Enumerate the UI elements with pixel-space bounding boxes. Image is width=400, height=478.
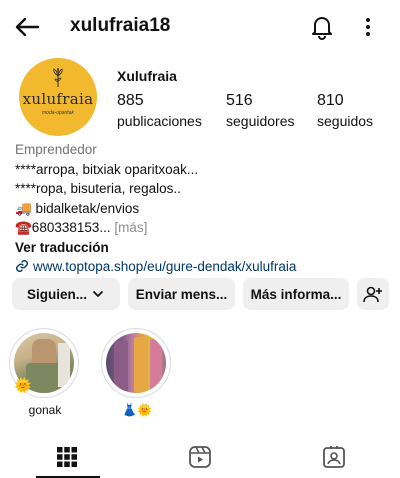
highlight-ring: [101, 328, 171, 398]
profile-category: Emprendedor: [15, 142, 97, 157]
bio-line-2: ****ropa, bisuteria, regalos..: [15, 181, 181, 196]
stat-followers-label: seguidores: [226, 113, 295, 129]
grid-icon: [56, 447, 77, 467]
bell-icon[interactable]: [308, 13, 336, 41]
flower-logo-icon: [53, 68, 63, 87]
avatar-logo-subtext: moda-oparitak: [42, 110, 74, 116]
stat-following[interactable]: 810 seguidos: [317, 92, 373, 129]
tab-grid[interactable]: [0, 436, 133, 478]
stat-followers[interactable]: 516 seguidores: [226, 92, 295, 129]
following-button-label: Siguien...: [26, 286, 87, 302]
more-info-button[interactable]: Más informa...: [243, 278, 349, 310]
highlight-dresses[interactable]: 👗🌞: [101, 328, 173, 417]
following-button[interactable]: Siguien...: [12, 278, 120, 310]
stat-following-label: seguidos: [317, 113, 374, 129]
reels-icon: [188, 446, 211, 468]
add-person-icon: [363, 286, 382, 303]
bio-line-4: ☎️680338153... [más]: [15, 218, 390, 238]
add-person-button[interactable]: [357, 278, 389, 310]
tab-tagged[interactable]: [267, 436, 400, 478]
highlight-label: gonak: [28, 403, 62, 417]
link-icon: [16, 260, 28, 272]
highlight-cover-image: [106, 333, 166, 393]
profile-username: xulufraia18: [70, 15, 171, 36]
send-message-button[interactable]: Enviar mens...: [128, 278, 235, 310]
profile-tabs: [0, 436, 400, 478]
profile-avatar[interactable]: xulufraia moda-oparitak: [19, 58, 97, 136]
highlight-gonak[interactable]: 🌞 gonak: [9, 328, 81, 417]
bio-phone: ☎️680338153...: [15, 220, 111, 235]
avatar-logo-text: xulufraia: [22, 90, 94, 108]
stat-posts[interactable]: 885 publicaciones: [117, 92, 202, 129]
profile-display-name: Xulufraia: [117, 68, 177, 84]
stat-following-count: 810: [317, 92, 344, 109]
stat-posts-label: publicaciones: [117, 113, 202, 129]
bio-website-text: www.toptopa.shop/eu/gure-dendak/xulufrai…: [33, 259, 297, 274]
highlight-label: 👗🌞: [122, 403, 152, 417]
back-arrow-icon[interactable]: [12, 12, 42, 42]
chevron-down-icon: [93, 291, 103, 297]
highlight-ring: 🌞: [9, 328, 79, 398]
stat-posts-count: 885: [117, 92, 144, 109]
tagged-icon: [322, 446, 345, 468]
see-translation-link[interactable]: Ver traducción: [15, 238, 390, 258]
bio-website-link[interactable]: www.toptopa.shop/eu/gure-dendak/xulufrai…: [15, 257, 390, 277]
tab-reels[interactable]: [133, 436, 266, 478]
profile-bio: Emprendedor ****arropa, bitxiak oparitxo…: [15, 140, 390, 277]
top-bar: xulufraia18: [0, 0, 400, 52]
bio-line-1: ****arropa, bitxiak oparitxoak...: [15, 161, 199, 177]
sun-emoji-icon: 🌞: [14, 377, 32, 393]
bio-more-link[interactable]: [más]: [114, 220, 147, 235]
more-vertical-icon[interactable]: [358, 13, 378, 41]
stat-followers-count: 516: [226, 92, 253, 109]
bio-line-3: 🚚 bidalketak/envios: [15, 200, 140, 216]
